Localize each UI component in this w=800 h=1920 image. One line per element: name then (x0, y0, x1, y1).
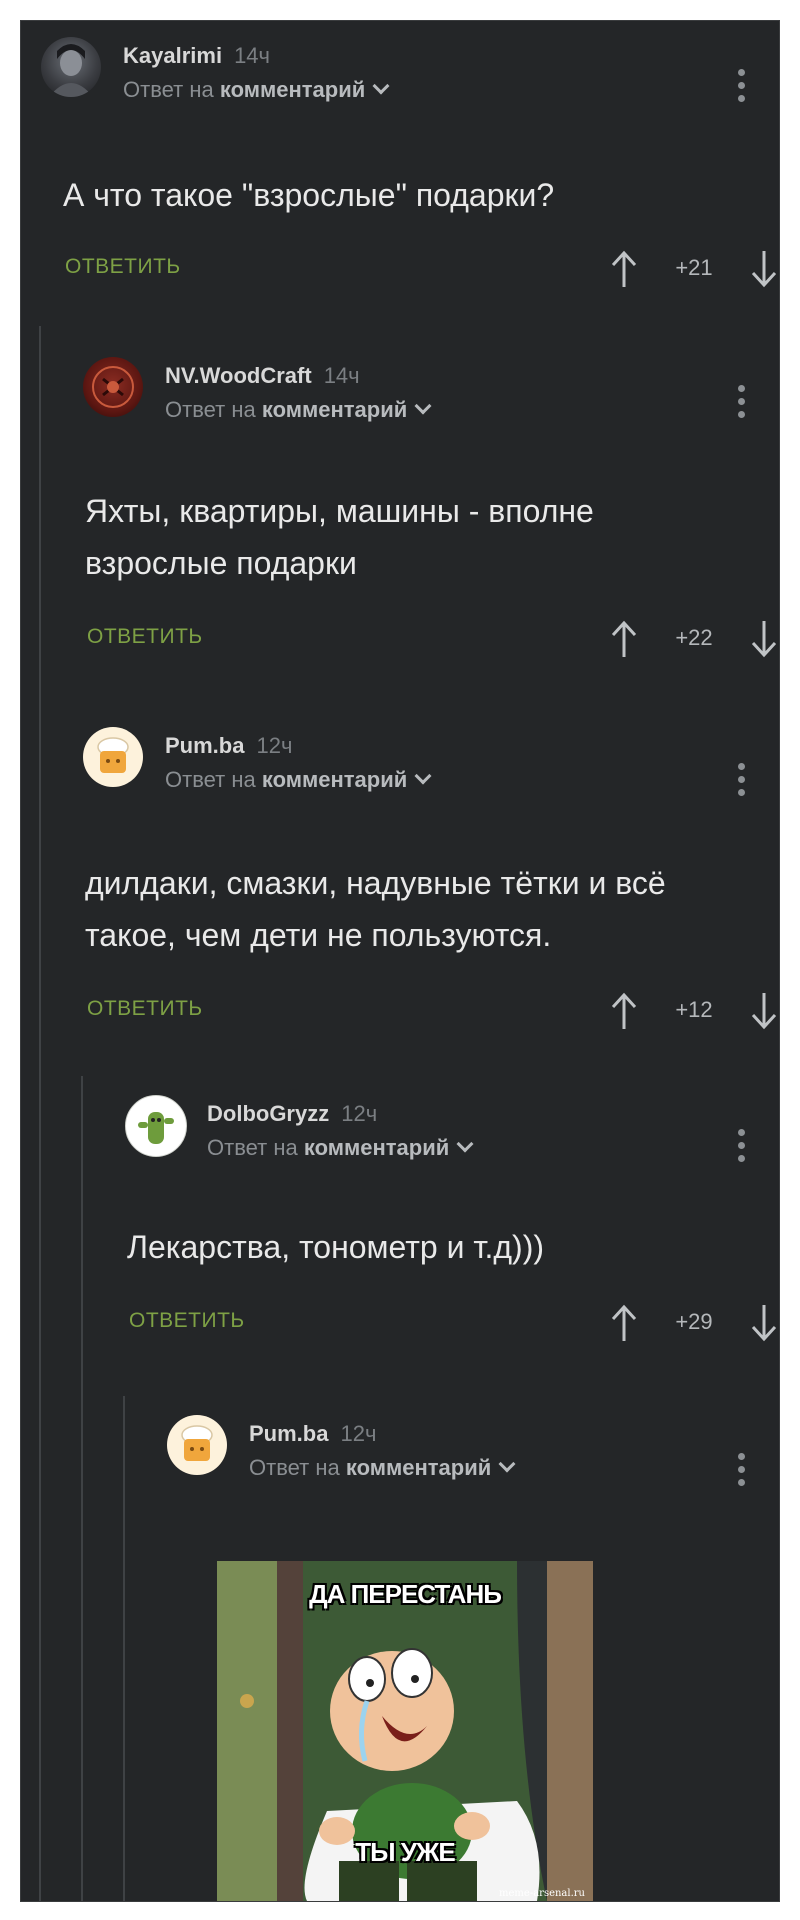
comment: Pum.ba 12ч Ответ на комментарий (167, 1415, 779, 1535)
vote-controls: +22 (609, 619, 779, 659)
thread-line[interactable] (39, 326, 41, 1901)
more-options-icon[interactable] (738, 1129, 746, 1168)
reply-to-link[interactable]: Ответ на комментарий (207, 1135, 474, 1161)
avatar[interactable] (83, 727, 143, 787)
thread-line[interactable] (123, 1396, 125, 1901)
meme-watermark: meme-arsenal.ru (499, 1888, 585, 1899)
downvote-arrow-icon[interactable] (749, 249, 779, 289)
comment-text: дилдаки, смазки, надувные тётки и всё та… (85, 865, 666, 953)
comment: Pum.ba 12ч Ответ на комментарий дилдаки, … (83, 727, 779, 1037)
vote-score: +21 (675, 255, 713, 280)
vote-score: +29 (675, 1309, 713, 1334)
author-name[interactable]: Pum.ba 12ч (165, 733, 292, 759)
vote-score: +22 (675, 625, 713, 650)
reply-button[interactable]: ОТВЕТИТЬ (87, 625, 203, 649)
upvote-arrow-icon[interactable] (609, 249, 639, 289)
author-name[interactable]: DolboGryzz 12ч (207, 1101, 377, 1127)
chevron-down-icon (456, 1135, 474, 1153)
avatar[interactable] (125, 1095, 187, 1157)
comment-text: Лекарства, тонометр и т.д))) (127, 1229, 545, 1265)
reply-to-link[interactable]: Ответ на комментарий (123, 77, 390, 103)
chevron-down-icon (414, 767, 432, 785)
chevron-down-icon (372, 77, 390, 95)
comment: NV.WoodCraft 14ч Ответ на комментарий Яхт… (83, 357, 779, 659)
vote-controls: +12 (609, 991, 779, 1031)
more-options-icon[interactable] (738, 1453, 746, 1492)
comment-time: 12ч (256, 733, 293, 758)
author-name[interactable]: NV.WoodCraft 14ч (165, 363, 360, 389)
reply-button[interactable]: ОТВЕТИТЬ (65, 255, 181, 279)
meme-bottom-caption: ТЫ УЖЕ (355, 1837, 456, 1867)
vote-score: +12 (675, 997, 713, 1022)
chevron-down-icon (414, 397, 432, 415)
reply-to-link[interactable]: Ответ на комментарий (249, 1455, 516, 1481)
author-name[interactable]: Kayalrimi 14ч (123, 43, 270, 69)
author-name[interactable]: Pum.ba 12ч (249, 1421, 376, 1447)
comment-time: 12ч (340, 1421, 377, 1446)
upvote-arrow-icon[interactable] (609, 1303, 639, 1343)
comment-thread: Kayalrimi 14ч Ответ на комментарий А что … (20, 20, 780, 1902)
meme-image[interactable]: ДА ПЕРЕСТАНЬ ТЫ УЖЕ meme-arsenal.ru (217, 1561, 593, 1901)
comment-time: 12ч (341, 1101, 378, 1126)
vote-controls: +21 (609, 249, 779, 289)
comment-time: 14ч (234, 43, 270, 68)
downvote-arrow-icon[interactable] (749, 619, 779, 659)
more-options-icon[interactable] (738, 69, 746, 108)
comment-text: Яхты, квартиры, машины - вполне взрослые… (85, 493, 594, 581)
thread-line[interactable] (81, 1076, 83, 1901)
comment-time: 14ч (323, 363, 360, 388)
reply-to-link[interactable]: Ответ на комментарий (165, 767, 432, 793)
upvote-arrow-icon[interactable] (609, 991, 639, 1031)
reply-button[interactable]: ОТВЕТИТЬ (129, 1309, 245, 1333)
avatar[interactable] (41, 37, 101, 97)
reply-button[interactable]: ОТВЕТИТЬ (87, 997, 203, 1021)
comment: Kayalrimi 14ч Ответ на комментарий А что … (41, 37, 779, 297)
comment-text: А что такое "взрослые" подарки? (63, 177, 555, 213)
chevron-down-icon (498, 1455, 516, 1473)
downvote-arrow-icon[interactable] (749, 991, 779, 1031)
comment: DolboGryzz 12ч Ответ на комментарий Лекар… (125, 1095, 779, 1355)
downvote-arrow-icon[interactable] (749, 1303, 779, 1343)
reply-to-link[interactable]: Ответ на комментарий (165, 397, 432, 423)
avatar[interactable] (83, 357, 143, 417)
vote-controls: +29 (609, 1303, 779, 1343)
more-options-icon[interactable] (738, 385, 746, 424)
avatar[interactable] (167, 1415, 227, 1475)
upvote-arrow-icon[interactable] (609, 619, 639, 659)
more-options-icon[interactable] (738, 763, 746, 802)
meme-top-caption: ДА ПЕРЕСТАНЬ (309, 1579, 502, 1609)
